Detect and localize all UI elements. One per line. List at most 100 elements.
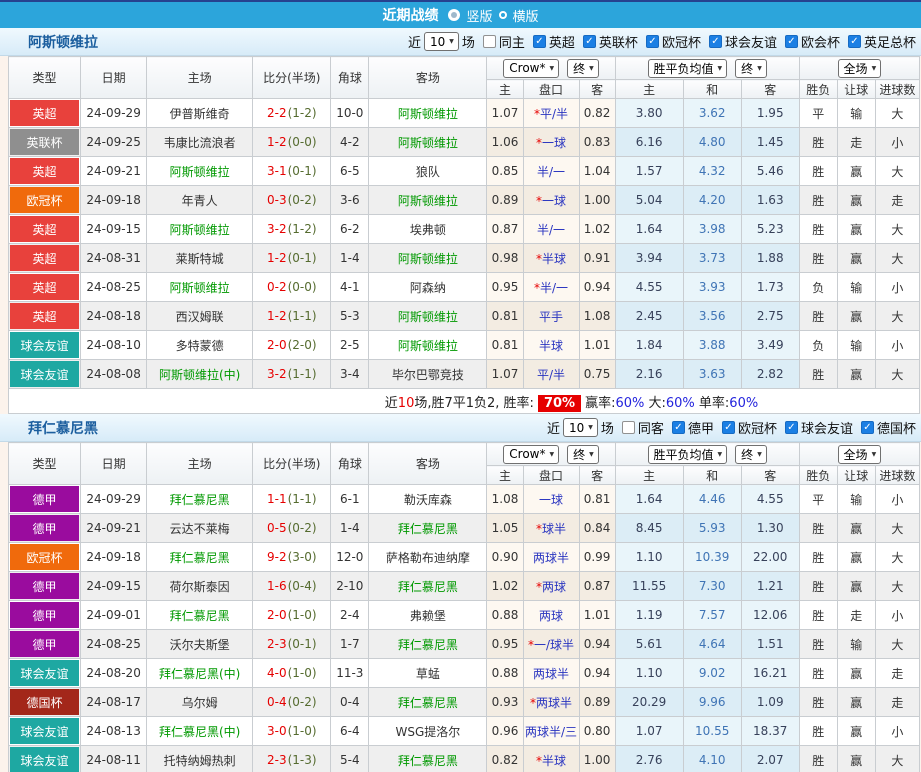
team-name: 阿斯顿维拉: [28, 34, 98, 51]
col-handicap-result: 输: [836, 98, 876, 128]
competition-badge: 球会友谊: [10, 361, 80, 387]
avg-stage-select[interactable]: 终 ▼: [735, 444, 767, 464]
col-avg-away: 1.73: [740, 272, 800, 302]
th-type: 类型: [7, 56, 82, 99]
horizontal-layout-radio[interactable]: [498, 11, 507, 19]
col-result: 胜: [798, 243, 838, 273]
col-away-team: 阿斯顿维拉: [368, 185, 488, 215]
col-avg-draw: 4.20: [682, 185, 742, 215]
league-checkbox[interactable]: ✓: [582, 35, 596, 48]
th-score: 比分(半场): [252, 56, 332, 99]
col-date: 24-08-18: [80, 301, 148, 331]
same-venue-checkbox[interactable]: [482, 35, 496, 48]
match-scope-select[interactable]: 全场 ▼: [837, 58, 882, 78]
summary-segment: 10: [397, 395, 415, 411]
col-crow-home-odds: 0.89: [486, 185, 524, 215]
col-avg-home: 1.57: [614, 156, 684, 186]
col-avg-home: 4.55: [614, 272, 684, 302]
match-row: 德甲 24-09-01 拜仁慕尼黑 2-0(1-0) 2-4 弗赖堡 0.88 两球 1.01 1…: [7, 600, 921, 630]
col-avg-draw: 3.63: [682, 359, 742, 389]
col-score: 4-0(1-0): [252, 658, 332, 688]
col-handicap-result: 走: [836, 600, 876, 630]
vertical-layout-radio[interactable]: [448, 9, 461, 21]
col-away-team: 毕尔巴鄂竞技: [368, 359, 488, 389]
col-away-team: WSG提洛尔: [368, 716, 488, 746]
competition-badge: 欧冠杯: [10, 187, 80, 213]
col-avg-home: 5.61: [614, 629, 684, 659]
fulltime-score: 2-3: [266, 753, 287, 767]
col-handicap: 两球: [522, 600, 580, 630]
col-date: 24-08-11: [80, 745, 148, 772]
col-crow-away-odds: 1.01: [578, 600, 616, 630]
fulltime-score: 3-2: [266, 222, 287, 236]
chevron-down-icon: ▼: [589, 450, 594, 458]
match-row: 德甲 24-09-21 云达不莱梅 0-5(0-2) 1-4 拜仁慕尼黑 1.05 *球半 0.…: [7, 513, 921, 543]
col-avg-home: 1.10: [614, 658, 684, 688]
summary-segment: 60%: [729, 395, 759, 411]
col-competition: 欧冠杯: [7, 542, 82, 572]
col-date: 24-09-18: [80, 185, 148, 215]
th-result-group: 全场 ▼: [798, 442, 921, 466]
col-result: 胜: [798, 571, 838, 601]
col-handicap: *一/球半: [522, 629, 580, 659]
odds-company-select[interactable]: Crow* ▼: [503, 444, 560, 464]
fulltime-score: 3-2: [266, 367, 287, 381]
same-venue-checkbox[interactable]: [621, 421, 635, 434]
col-avg-away: 4.55: [740, 484, 800, 514]
col-result: 胜: [798, 542, 838, 572]
col-away-team: 阿斯顿维拉: [368, 98, 488, 128]
col-goals-result: 走: [874, 185, 921, 215]
col-goals-result: 走: [874, 658, 921, 688]
avg-odds-select[interactable]: 胜平负均值 ▼: [647, 58, 728, 78]
league-checkbox[interactable]: ✓: [784, 421, 798, 434]
col-corner: 1-4: [330, 243, 370, 273]
fulltime-score: 2-0: [266, 338, 287, 352]
col-result: 平: [798, 484, 838, 514]
col-corner: 2-4: [330, 600, 370, 630]
th-crow-group: Crow* ▼ 终 ▼: [486, 442, 616, 466]
match-scope-select[interactable]: 全场 ▼: [837, 444, 882, 464]
col-home-team: 荷尔斯泰因: [146, 571, 254, 601]
col-crow-away-odds: 0.83: [578, 127, 616, 157]
avg-odds-select[interactable]: 胜平负均值 ▼: [647, 444, 728, 464]
col-handicap: 两球半: [522, 542, 580, 572]
avg-stage-select[interactable]: 终 ▼: [735, 58, 767, 78]
col-goals-result: 小: [874, 127, 921, 157]
league-checkbox[interactable]: ✓: [708, 35, 722, 48]
col-score: 3-1(0-1): [252, 156, 332, 186]
league-checkbox[interactable]: ✓: [532, 35, 546, 48]
col-result: 胜: [798, 629, 838, 659]
match-count-select[interactable]: 10 ▼: [423, 32, 459, 51]
halftime-score: (1-1): [287, 492, 317, 506]
odds-stage-select[interactable]: 终 ▼: [567, 58, 599, 78]
filter-bar: 近 10 ▼ 场同主 ✓ 英超 ✓ 英联杯 ✓ 欧冠杯 ✓ 球会友谊 ✓ 欧会杯 ✓ 英足总杯: [408, 32, 921, 51]
th-result-group: 全场 ▼: [798, 56, 921, 80]
league-checkbox[interactable]: ✓: [671, 421, 685, 434]
summary-segment: 场,胜7平1负2, 胜率:: [414, 395, 534, 411]
league-checkbox[interactable]: ✓: [860, 421, 874, 434]
league-checkbox[interactable]: ✓: [847, 35, 861, 48]
fulltime-score: 2-2: [266, 106, 287, 120]
col-goals-result: 大: [874, 359, 921, 389]
col-handicap-result: 赢: [836, 513, 876, 543]
league-checkbox[interactable]: ✓: [721, 421, 735, 434]
league-label: 英联杯: [598, 36, 638, 51]
halftime-score: (1-2): [287, 222, 317, 236]
odds-company-select[interactable]: Crow* ▼: [503, 58, 560, 78]
col-home-team: 伊普斯维奇: [146, 98, 254, 128]
matches-tbody: 德甲 24-09-29 拜仁慕尼黑 1-1(1-1) 6-1 勒沃库森 1.08 一球 0.81…: [7, 484, 921, 772]
col-avg-away: 22.00: [740, 542, 800, 572]
match-count-select[interactable]: 10 ▼: [563, 418, 598, 437]
col-score: 1-6(0-4): [252, 571, 332, 601]
col-result: 胜: [798, 745, 838, 772]
col-date: 24-09-18: [80, 542, 148, 572]
league-checkbox[interactable]: ✓: [784, 35, 798, 48]
odds-stage-select[interactable]: 终 ▼: [567, 444, 599, 464]
col-avg-away: 5.46: [740, 156, 800, 186]
col-crow-away-odds: 0.89: [578, 687, 616, 717]
col-score: 3-0(1-0): [252, 716, 332, 746]
col-away-team: 拜仁慕尼黑: [368, 513, 488, 543]
match-row: 球会友谊 24-08-08 阿斯顿维拉(中) 3-2(1-1) 3-4 毕尔巴鄂竞技 1.0…: [7, 359, 921, 389]
league-checkbox[interactable]: ✓: [645, 35, 659, 48]
fulltime-score: 1-1: [266, 492, 287, 506]
